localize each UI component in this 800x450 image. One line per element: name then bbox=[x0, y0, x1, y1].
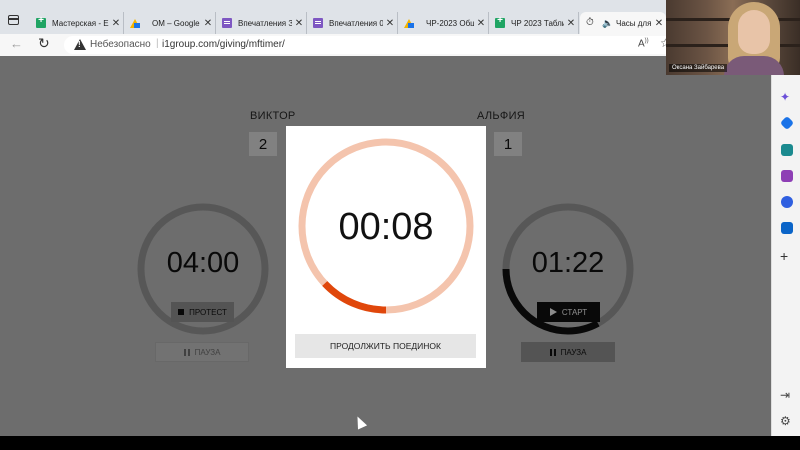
sheets-icon bbox=[36, 15, 46, 28]
browser-sidebar: ✦ + ⇥ ⚙ bbox=[771, 56, 800, 436]
close-icon[interactable]: ✕ bbox=[292, 18, 306, 29]
tab-masterskaya[interactable]: Мастерская - Е ✕ bbox=[30, 12, 124, 34]
tab-actions-icon[interactable] bbox=[8, 15, 19, 25]
security-label[interactable]: Небезопасно bbox=[90, 39, 151, 50]
tab-title: Впечатления З bbox=[238, 18, 292, 28]
tab-om-drive[interactable]: ОМ – Google Д ✕ bbox=[124, 12, 216, 34]
reload-icon[interactable]: ↻ bbox=[38, 35, 50, 52]
tab-chr-2023-tablitsa[interactable]: ЧР 2023 Табли ✕ bbox=[489, 12, 579, 34]
read-aloud-icon[interactable]: A)) bbox=[638, 38, 649, 49]
countdown-time: 00:08 bbox=[338, 206, 434, 248]
tab-vpechatleniya-2[interactable]: Впечатления 0 ✕ bbox=[307, 12, 398, 34]
url-separator: | bbox=[156, 38, 159, 49]
speaker-icon[interactable]: 🔈 bbox=[602, 18, 613, 28]
timer-page: ВИКТОР 2 04:00 ПРОТЕСТ ПАУЗА АЛЬФИЯ 1 01… bbox=[0, 56, 771, 436]
back-arrow-icon[interactable]: ← bbox=[10, 36, 23, 51]
close-icon[interactable]: ✕ bbox=[474, 18, 488, 29]
tab-title: ЧР-2023 Общи bbox=[426, 18, 474, 28]
drive-icon bbox=[404, 18, 414, 28]
webcam-participant-name: Оксана Зайбарева bbox=[669, 64, 728, 72]
person-face bbox=[738, 10, 770, 54]
tab-title: ОМ – Google Д bbox=[152, 18, 201, 28]
close-icon[interactable]: ✕ bbox=[652, 18, 666, 29]
tab-chasy-active[interactable]: ⏱ 🔈 Часы для ✕ bbox=[580, 12, 666, 34]
tools-icon[interactable] bbox=[781, 144, 793, 156]
close-icon[interactable]: ✕ bbox=[564, 18, 578, 29]
close-icon[interactable]: ✕ bbox=[383, 18, 397, 29]
tab-title: Впечатления 0 bbox=[329, 18, 383, 28]
tab-vpechatleniya-1[interactable]: Впечатления З ✕ bbox=[216, 12, 307, 34]
webcam-overlay: Оксана Зайбарева bbox=[666, 0, 800, 75]
person-body bbox=[724, 56, 784, 75]
sheets-icon bbox=[495, 15, 505, 28]
outlook-icon[interactable] bbox=[781, 222, 793, 234]
close-icon[interactable]: ✕ bbox=[201, 18, 215, 29]
gear-icon[interactable]: ⚙ bbox=[780, 414, 791, 428]
tab-title: Часы для bbox=[616, 18, 652, 28]
url-field[interactable]: Небезопасно | i1group.com/giving/mftimer… bbox=[64, 36, 680, 54]
timer-icon: ⏱ bbox=[586, 17, 594, 28]
tag-icon[interactable] bbox=[779, 115, 795, 131]
tab-chr-2023-obshchiy[interactable]: ЧР-2023 Общи ✕ bbox=[398, 12, 489, 34]
microsoft-365-icon[interactable] bbox=[781, 196, 793, 208]
games-icon[interactable] bbox=[781, 170, 793, 182]
tab-title: ЧР 2023 Табли bbox=[511, 18, 564, 28]
taskbar bbox=[0, 436, 800, 450]
drive-icon bbox=[130, 18, 140, 28]
add-icon[interactable]: + bbox=[780, 248, 788, 264]
close-icon[interactable]: ✕ bbox=[109, 18, 123, 29]
tab-title: Мастерская - Е bbox=[52, 18, 109, 28]
forms-icon bbox=[222, 18, 232, 28]
continue-bout-button[interactable]: ПРОДОЛЖИТЬ ПОЕДИНОК bbox=[295, 334, 476, 358]
pause-countdown-modal: 00:08 ПРОДОЛЖИТЬ ПОЕДИНОК bbox=[286, 126, 486, 368]
warning-icon[interactable] bbox=[74, 39, 86, 50]
url-text[interactable]: i1group.com/giving/mftimer/ bbox=[162, 39, 285, 50]
forms-icon bbox=[313, 18, 323, 28]
copilot-icon[interactable]: ✦ bbox=[780, 90, 790, 104]
sidebar-hide-icon[interactable]: ⇥ bbox=[780, 388, 790, 402]
